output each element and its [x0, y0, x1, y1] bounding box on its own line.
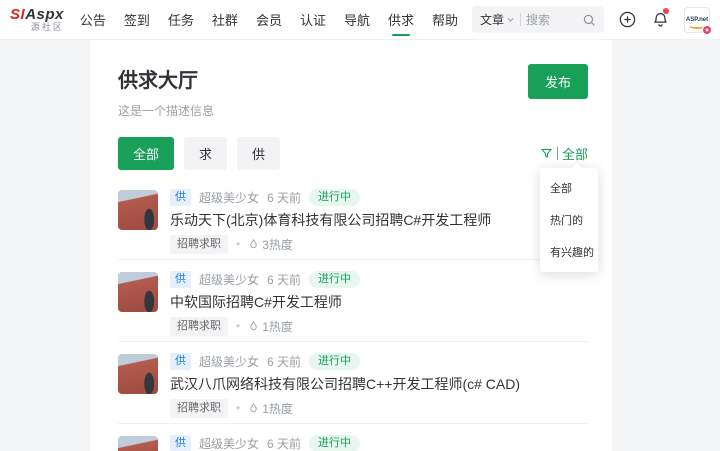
type-badge: 供	[170, 352, 191, 370]
nav-item-任务[interactable]: 任务	[168, 10, 194, 29]
item-author[interactable]: 超级美少女	[199, 435, 259, 451]
item-time: 6 天前	[267, 354, 302, 369]
item-thumbnail	[118, 436, 158, 451]
dropdown-option-全部[interactable]: 全部	[540, 172, 598, 204]
status-badge: 进行中	[309, 434, 361, 451]
search-bar[interactable]: 文章	[472, 6, 604, 33]
item-meta: 供超级美少女 6 天前 进行中	[170, 270, 588, 288]
nav-item-导航[interactable]: 导航	[344, 10, 370, 29]
logo-text: SIAspx	[10, 6, 64, 23]
category-tag[interactable]: 招聘求职	[170, 398, 228, 418]
item-tags: 招聘求职 • 1热度	[170, 398, 588, 418]
trigger-caret	[556, 147, 558, 160]
dot-separator: •	[236, 237, 241, 251]
item-author[interactable]: 超级美少女	[199, 353, 259, 370]
item-thumbnail	[118, 354, 158, 394]
filter-tabs: 全部求供	[118, 137, 290, 170]
dropdown-options: 全部 热门的 有兴趣的	[540, 172, 598, 268]
item-thumbnail	[118, 190, 158, 230]
dot-separator: •	[236, 319, 241, 333]
publish-button[interactable]: 发布	[527, 64, 588, 99]
type-badge: 供	[170, 188, 191, 206]
type-badge: 供	[170, 270, 191, 288]
sort-dropdown-trigger[interactable]: 全部	[540, 144, 588, 163]
item-meta: 供超级美少女 6 天前 进行中	[170, 352, 588, 370]
page-title: 供求大厅	[118, 70, 198, 92]
heat-count: 1热度	[248, 400, 293, 417]
notification-dot	[663, 8, 669, 14]
page-subtitle: 这是一个描述信息	[118, 104, 215, 118]
user-avatar[interactable]: ASP.net	[684, 6, 712, 35]
logo-subtitle: 源社区	[30, 22, 64, 32]
nav-item-帮助[interactable]: 帮助	[432, 10, 458, 29]
item-time: 6 天前	[267, 272, 302, 287]
item-time: 6 天前	[267, 436, 302, 451]
search-icon[interactable]	[582, 13, 596, 27]
type-badge: 供	[170, 434, 191, 451]
list-item[interactable]: 供超级美少女6 天前进行中北京迈捷映博科技有限公司招聘C#软件开发工程师招聘求职	[118, 424, 588, 451]
notifications-button[interactable]	[651, 8, 670, 29]
nav-item-签到[interactable]: 签到	[124, 10, 150, 29]
search-category-label: 文章	[480, 13, 505, 27]
flame-icon	[250, 321, 257, 331]
status-badge: 进行中	[309, 352, 361, 370]
header-actions: 文章 ASP.net	[472, 6, 712, 35]
page-background: 供求大厅 这是一个描述信息 发布 全部求供 全部 全部 热门的 有兴趣的 供超级美少…	[0, 40, 720, 451]
main-nav: 公告 签到 任务 社群 会员 认证 导航 供求 帮助	[80, 10, 458, 29]
item-author[interactable]: 超级美少女	[199, 271, 259, 288]
search-input[interactable]	[526, 12, 577, 27]
item-tags: 招聘求职 • 1热度	[170, 316, 588, 336]
item-title[interactable]: 乐动天下(北京)体育科技有限公司招聘C#开发工程师	[170, 212, 588, 229]
filter-tab-求[interactable]: 求	[184, 137, 228, 170]
dropdown-option-热门的[interactable]: 热门的	[540, 204, 598, 236]
heat-count: 3热度	[248, 236, 293, 253]
chevron-down-icon	[507, 18, 514, 22]
create-post-button[interactable]	[618, 10, 637, 29]
dropdown-option-有兴趣的[interactable]: 有兴趣的	[540, 236, 598, 268]
avatar-text: ASP.net	[685, 16, 709, 23]
nav-item-社群[interactable]: 社群	[212, 10, 238, 29]
list-item[interactable]: 供超级美少女 6 天前 进行中乐动天下(北京)体育科技有限公司招聘C#开发工程师 招聘…	[118, 178, 588, 260]
avatar-status-badge	[702, 24, 712, 35]
category-tag[interactable]: 招聘求职	[170, 234, 228, 254]
card-header: 供求大厅 这是一个描述信息 发布	[118, 64, 588, 119]
item-title[interactable]: 中软国际招聘C#开发工程师	[170, 294, 588, 311]
status-badge: 进行中	[309, 270, 361, 288]
heat-count: 1热度	[248, 318, 293, 335]
item-time: 6 天前	[267, 190, 302, 205]
list-item[interactable]: 供超级美少女 6 天前 进行中武汉八爪网络科技有限公司招聘C++开发工程师(c# C…	[118, 342, 588, 424]
item-title[interactable]: 武汉八爪网络科技有限公司招聘C++开发工程师(c# CAD)	[170, 376, 588, 393]
nav-item-公告[interactable]: 公告	[80, 10, 106, 29]
sort-dropdown-menu: 全部 热门的 有兴趣的	[540, 162, 598, 272]
filter-row: 全部求供 全部 全部 热门的 有兴趣的	[118, 137, 598, 272]
top-navbar: SIAspx 源社区 公告签到任务社群会员认证导航供求帮助 文章 ASP.net	[0, 0, 720, 40]
flame-icon	[250, 403, 257, 413]
list-item[interactable]: 供超级美少女 6 天前 进行中中软国际招聘C#开发工程师 招聘求职 • 1热度	[118, 260, 588, 342]
sort-trigger-label: 全部	[561, 147, 588, 162]
item-thumbnail	[118, 272, 158, 312]
listing: 供超级美少女 6 天前 进行中 乐动天下(北京)体育科技有限公司招聘C#开发工程师 招聘…	[118, 178, 588, 451]
filter-funnel-icon	[541, 148, 552, 158]
item-author[interactable]: 超级美少女	[199, 189, 259, 206]
site-logo[interactable]: SIAspx 源社区	[10, 7, 64, 32]
item-meta: 供超级美少女 6 天前 进行中	[170, 188, 588, 206]
filter-tab-全部[interactable]: 全部	[118, 137, 175, 170]
category-tag[interactable]: 招聘求职	[170, 316, 228, 336]
nav-item-会员[interactable]: 会员	[256, 10, 282, 29]
search-divider	[520, 13, 522, 26]
item-meta: 供超级美少女 6 天前 进行中	[170, 434, 588, 451]
plus-circle-icon	[619, 11, 636, 28]
nav-item-认证[interactable]: 认证	[300, 10, 326, 29]
content-card: 供求大厅 这是一个描述信息 发布 全部求供 全部 全部 热门的 有兴趣的 供超级美少…	[90, 40, 612, 451]
filter-tab-供[interactable]: 供	[237, 137, 281, 170]
item-tags: 招聘求职 • 3热度	[170, 234, 588, 254]
flame-icon	[250, 239, 257, 249]
nav-item-供求[interactable]: 供求	[388, 10, 414, 29]
search-category-select[interactable]: 文章	[480, 11, 515, 28]
status-badge: 进行中	[309, 188, 361, 206]
dot-separator: •	[236, 401, 241, 415]
